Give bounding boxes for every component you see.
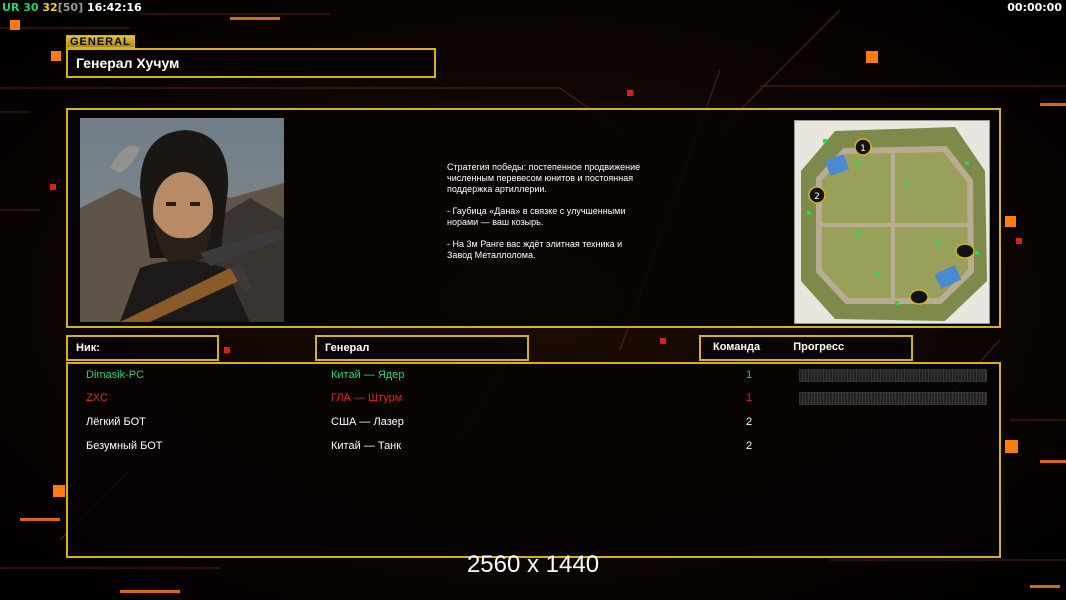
general-name: Генерал Хучум [66, 48, 436, 78]
header-progress: Прогресс [793, 341, 845, 353]
minimap-marker-2: 2 [814, 192, 820, 202]
description-paragraph: Стратегия победы: постепенное продвижени… [447, 162, 641, 194]
player-nick: ZXC [86, 392, 108, 404]
hud-value-1: 30 [23, 1, 39, 14]
description-paragraph: - Гаубица «Дана» в связке с улучшенными … [447, 206, 626, 227]
minimap-image: 1 2 [795, 121, 989, 323]
header-team-progress: Команда Прогресс [699, 335, 913, 361]
player-row[interactable]: Dimasik-PC Китай — Ядер 1 [68, 366, 999, 386]
hud-prefix: UR [2, 1, 20, 14]
player-team: 1 [745, 369, 753, 381]
player-team: 1 [745, 392, 753, 404]
player-nick: Безумный БОТ [86, 440, 163, 452]
minimap[interactable]: 1 2 [794, 120, 990, 324]
player-general: ГЛА — Штурм [331, 392, 403, 404]
player-nick: Лёгкий БОТ [86, 416, 146, 428]
hud-clock: 16:42:16 [86, 1, 142, 14]
resolution-label: 2560 x 1440 [466, 551, 600, 578]
hud-value-2: 32 [42, 1, 58, 14]
player-progress-bar [799, 369, 987, 382]
player-row[interactable]: ZXC ГЛА — Штурм 1 [68, 389, 999, 409]
general-tag: GENERAL [66, 35, 135, 48]
match-timer: 00:00:00 [1007, 1, 1062, 14]
description-paragraph: - На 3м Ранге вас ждёт элитная техника и… [447, 239, 623, 260]
minimap-marker-1: 1 [860, 144, 866, 154]
header-general: Генерал [315, 335, 529, 361]
player-row[interactable]: Безумный БОТ Китай — Танк 2 [68, 437, 999, 457]
player-progress-bar [799, 392, 987, 405]
header-team: Команда [713, 341, 761, 353]
hud-bracket-close: ] [78, 1, 84, 14]
player-general: США — Лазер [331, 416, 404, 428]
general-info-panel: Стратегия победы: постепенное продвижени… [66, 108, 1001, 328]
player-general: Китай — Ядер [331, 369, 405, 381]
player-team: 2 [745, 440, 753, 452]
general-portrait [80, 118, 284, 322]
fps-counter: UR 30 32[50] 16:42:16 [2, 1, 142, 14]
player-general: Китай — Танк [331, 440, 402, 452]
players-list: Dimasik-PC Китай — Ядер 1 ZXC ГЛА — Штур… [66, 362, 1001, 558]
player-team: 2 [745, 416, 753, 428]
hud-value-3: 50 [62, 1, 79, 14]
player-nick: Dimasik-PC [86, 369, 145, 381]
general-description: Стратегия победы: постепенное продвижени… [447, 162, 647, 272]
portrait-image [80, 118, 284, 322]
header-nick: Ник: [66, 335, 219, 361]
player-row[interactable]: Лёгкий БОТ США — Лазер 2 [68, 413, 999, 433]
